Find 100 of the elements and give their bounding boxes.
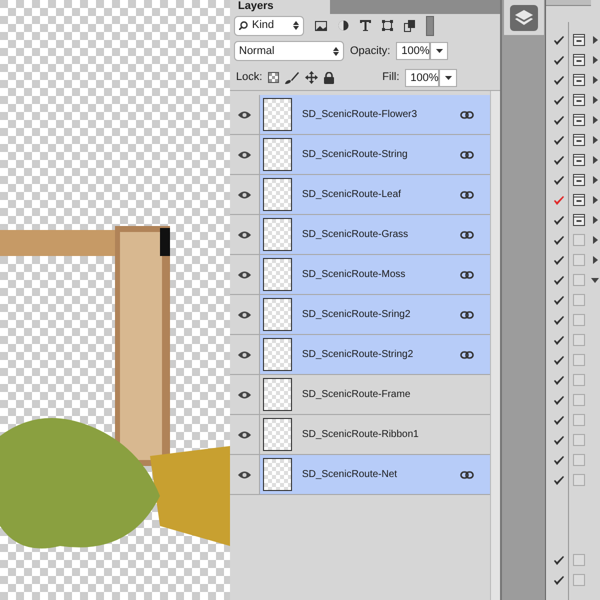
dialog-toggle-icon[interactable] <box>573 114 585 126</box>
layers-tab[interactable]: Layers <box>230 0 330 14</box>
dialog-toggle-icon[interactable] <box>573 134 585 146</box>
checkmark-icon[interactable] <box>554 356 564 364</box>
image-filter-icon[interactable] <box>315 20 327 30</box>
dialog-toggle-box[interactable] <box>573 234 585 246</box>
dialog-toggle-box[interactable] <box>573 254 585 266</box>
eye-icon[interactable] <box>238 390 251 398</box>
dialog-toggle-box[interactable] <box>573 314 585 326</box>
dialog-toggle-icon[interactable] <box>573 74 585 86</box>
layer-thumbnail <box>263 218 292 251</box>
layer-name: SD_ScenicRoute-Grass <box>302 228 410 242</box>
lock-icon[interactable] <box>324 72 334 84</box>
collapsed-triangle-icon[interactable] <box>592 96 598 104</box>
fill-dropdown-button[interactable] <box>439 68 458 86</box>
checkmark-icon[interactable] <box>554 216 564 224</box>
move-icon[interactable] <box>305 71 318 84</box>
eye-icon[interactable] <box>238 430 251 438</box>
smart-object-filter-icon[interactable] <box>404 20 415 32</box>
dialog-toggle-icon[interactable] <box>573 174 585 186</box>
brush-icon[interactable] <box>285 72 300 84</box>
dialog-toggle-box[interactable] <box>573 554 585 566</box>
checkmark-icon[interactable] <box>554 276 564 284</box>
collapsed-triangle-icon[interactable] <box>592 116 598 124</box>
dialog-toggle-box[interactable] <box>573 434 585 446</box>
checkmark-icon[interactable] <box>554 396 564 404</box>
layer-name: SD_ScenicRoute-String2 <box>302 348 414 362</box>
fill-field[interactable]: 100% <box>405 68 440 86</box>
adjustment-filter-icon[interactable] <box>338 20 349 31</box>
checkmark-icon[interactable] <box>554 136 564 144</box>
eye-icon[interactable] <box>238 270 251 278</box>
checkmark-icon[interactable] <box>554 36 564 44</box>
opacity-field[interactable]: 100% <box>396 42 430 60</box>
checkmark-icon[interactable] <box>554 196 564 204</box>
checkmark-icon[interactable] <box>554 76 564 84</box>
dialog-toggle-icon[interactable] <box>573 34 585 46</box>
dialog-toggle-icon[interactable] <box>573 154 585 166</box>
updown-arrow-icon <box>333 46 339 56</box>
checkmark-icon[interactable] <box>554 296 564 304</box>
checkmark-icon[interactable] <box>554 456 564 464</box>
collapsed-triangle-icon[interactable] <box>592 196 598 204</box>
eye-icon[interactable] <box>238 470 251 478</box>
checkmark-icon[interactable] <box>554 376 564 384</box>
dialog-toggle-box[interactable] <box>573 414 585 426</box>
dialog-toggle-icon[interactable] <box>573 214 585 226</box>
filter-dropdown[interactable]: Kind <box>234 16 304 36</box>
dialog-toggle-box[interactable] <box>573 374 585 386</box>
dialog-toggle-box[interactable] <box>573 454 585 466</box>
collapsed-triangle-icon[interactable] <box>592 236 598 244</box>
collapsed-triangle-icon[interactable] <box>592 256 598 264</box>
text-filter-icon[interactable] <box>360 20 371 31</box>
dialog-toggle-icon[interactable] <box>573 54 585 66</box>
collapsed-triangle-icon[interactable] <box>592 156 598 164</box>
checkmark-icon[interactable] <box>554 416 564 424</box>
checkmark-icon[interactable] <box>554 116 564 124</box>
collapsed-triangle-icon[interactable] <box>592 76 598 84</box>
dialog-toggle-box[interactable] <box>573 354 585 366</box>
collapsed-triangle-icon[interactable] <box>592 36 598 44</box>
eye-icon[interactable] <box>238 110 251 118</box>
dialog-toggle-box[interactable] <box>573 574 585 586</box>
eye-icon[interactable] <box>238 190 251 198</box>
opacity-dropdown-button[interactable] <box>430 42 448 60</box>
checkmark-icon[interactable] <box>554 256 564 264</box>
collapsed-triangle-icon[interactable] <box>592 216 598 224</box>
lock-transparency-icon[interactable] <box>268 72 280 83</box>
collapsed-triangle-icon[interactable] <box>592 136 598 144</box>
checkmark-icon[interactable] <box>554 56 564 64</box>
checkmark-icon[interactable] <box>554 476 564 484</box>
checkmark-icon[interactable] <box>554 156 564 164</box>
dialog-toggle-box[interactable] <box>573 274 585 286</box>
collapsed-triangle-icon[interactable] <box>592 176 598 184</box>
eye-icon[interactable] <box>238 310 251 318</box>
shape-filter-icon[interactable] <box>382 20 393 31</box>
eye-icon[interactable] <box>238 230 251 238</box>
eye-icon[interactable] <box>238 150 251 158</box>
checkmark-icon[interactable] <box>554 236 564 244</box>
eye-icon[interactable] <box>238 350 251 358</box>
expanded-triangle-icon[interactable] <box>591 278 599 282</box>
dialog-toggle-box[interactable] <box>573 474 585 486</box>
checkmark-icon[interactable] <box>554 556 564 564</box>
layer-name: SD_ScenicRoute-Ribbon1 <box>302 428 420 442</box>
checkmark-icon[interactable] <box>554 96 564 104</box>
filter-toggle[interactable] <box>426 16 434 36</box>
checkmark-icon[interactable] <box>554 176 564 184</box>
dialog-toggle-box[interactable] <box>573 334 585 346</box>
dialog-toggle-box[interactable] <box>573 294 585 306</box>
checkmark-icon[interactable] <box>554 316 564 324</box>
checkmark-icon[interactable] <box>554 576 564 584</box>
layer-name: SD_ScenicRoute-Net <box>302 468 398 482</box>
dialog-toggle-icon[interactable] <box>573 94 585 106</box>
checkmark-icon[interactable] <box>554 436 564 444</box>
fill-label: Fill: <box>382 70 400 86</box>
layers-panel-button[interactable] <box>504 0 544 35</box>
blend-mode-dropdown[interactable]: Normal <box>234 41 344 61</box>
checkmark-icon[interactable] <box>554 336 564 344</box>
caret-icon <box>444 76 452 80</box>
dialog-toggle-box[interactable] <box>573 394 585 406</box>
layer-thumbnail <box>263 338 292 371</box>
collapsed-triangle-icon[interactable] <box>592 56 598 64</box>
dialog-toggle-icon[interactable] <box>573 194 585 206</box>
